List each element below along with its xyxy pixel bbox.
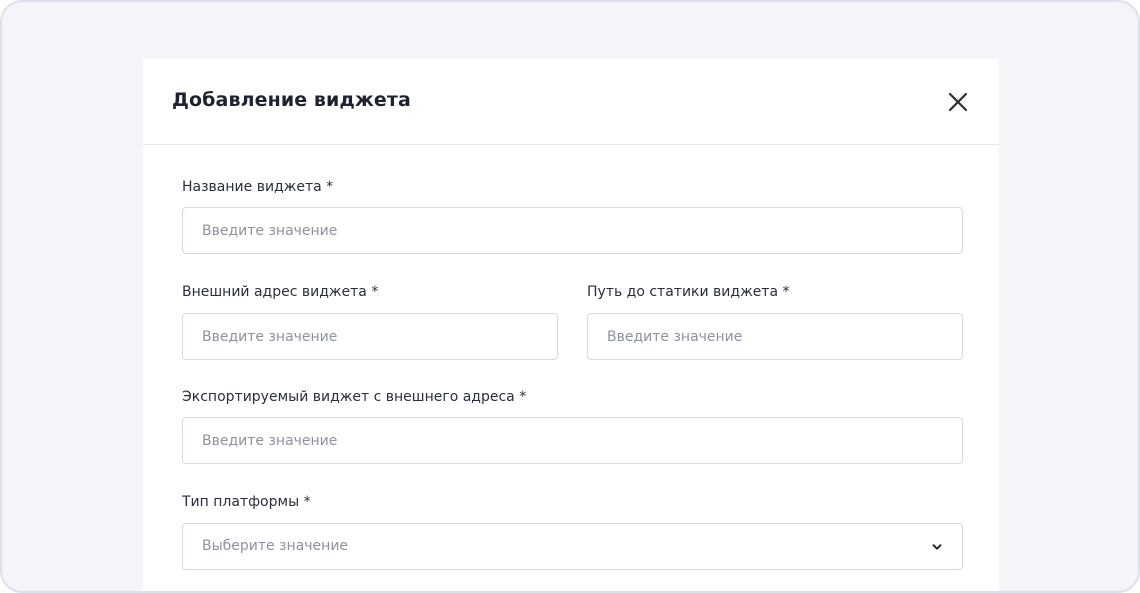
exported-widget-label: Экспортируемый виджет с внешнего адреса … <box>182 389 527 405</box>
widget-name-input[interactable] <box>182 207 963 254</box>
modal-header: Добавление виджета <box>143 59 999 145</box>
app-frame: Добавление виджета Название виджета * Вн… <box>0 0 1140 593</box>
platform-type-label: Тип платформы * <box>182 494 311 510</box>
static-path-label: Путь до статики виджета * <box>587 284 790 300</box>
external-address-label: Внешний адрес виджета * <box>182 284 379 300</box>
modal-title: Добавление виджета <box>172 89 411 111</box>
platform-type-placeholder: Выберите значение <box>202 538 349 554</box>
add-widget-modal: Добавление виджета Название виджета * Вн… <box>143 59 999 591</box>
widget-name-label: Название виджета * <box>182 179 334 195</box>
platform-type-select[interactable]: Выберите значение <box>182 523 963 570</box>
static-path-input[interactable] <box>587 313 963 360</box>
external-address-input[interactable] <box>182 313 558 360</box>
close-button[interactable] <box>946 90 970 114</box>
exported-widget-input[interactable] <box>182 417 963 464</box>
close-icon <box>948 92 968 112</box>
chevron-down-icon <box>932 544 942 550</box>
